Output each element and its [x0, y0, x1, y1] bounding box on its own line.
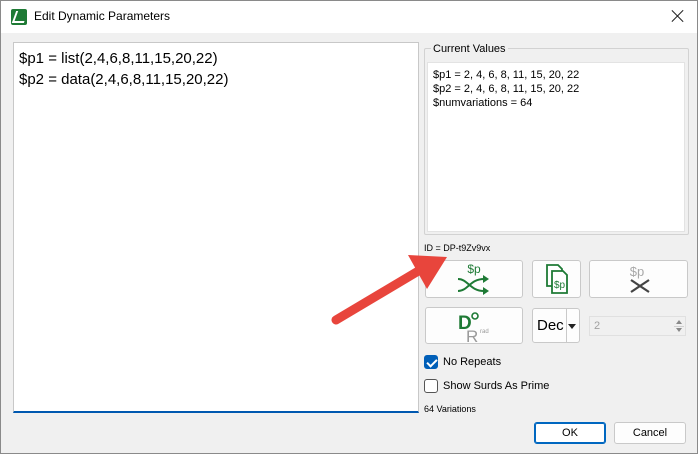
current-value-line: $numvariations = 64 [433, 97, 533, 109]
remove-parameter-icon: $p [629, 264, 650, 293]
cancel-button[interactable]: Cancel [614, 422, 686, 444]
parameter-editor[interactable]: $p1 = list(2,4,6,8,11,15,20,22) $p2 = da… [13, 42, 419, 413]
svg-text:$p: $p [629, 264, 643, 279]
svg-text:$p: $p [467, 262, 481, 276]
copy-parameter-icon: $p [545, 264, 568, 294]
spin-divider [674, 326, 684, 327]
spin-down-icon[interactable] [676, 328, 682, 332]
shuffle-parameters-icon: $p [457, 262, 489, 295]
variations-count: 64 Variations [424, 404, 476, 414]
decimal-format-label: Dec [537, 317, 564, 334]
editor-line: $p1 = list(2,4,6,8,11,15,20,22) [19, 50, 218, 67]
no-repeats-checkbox[interactable] [424, 355, 438, 369]
decimal-format-dropdown[interactable]: Dec [532, 308, 580, 343]
remove-parameter-button[interactable]: $p [589, 260, 688, 298]
decimals-spinner[interactable]: 2 [589, 316, 686, 336]
shuffle-parameters-button[interactable]: $p [425, 260, 523, 298]
chevron-down-icon [568, 324, 576, 329]
degrees-radians-icon: D R rad [458, 311, 489, 343]
edit-dynamic-parameters-dialog: Edit Dynamic Parameters $p1 = list(2,4,6… [0, 0, 698, 454]
title-bar: Edit Dynamic Parameters [1, 1, 697, 33]
svg-text:$p: $p [553, 280, 565, 291]
current-values-label: Current Values [431, 43, 508, 55]
parameter-id-label: ID = DP-t9Zv9vx [424, 243, 491, 253]
decimals-value: 2 [594, 320, 601, 332]
current-value-line: $p2 = 2, 4, 6, 8, 11, 15, 20, 22 [433, 83, 580, 95]
spreadsheet-app-icon [11, 9, 27, 25]
window-title: Edit Dynamic Parameters [34, 9, 171, 23]
spin-up-icon[interactable] [676, 320, 682, 324]
copy-parameter-button[interactable]: $p [532, 260, 581, 298]
show-surds-label: Show Surds As Prime [443, 380, 550, 392]
close-icon[interactable] [669, 7, 687, 25]
ok-button[interactable]: OK [534, 422, 606, 444]
show-surds-checkbox[interactable] [424, 379, 438, 393]
current-values-box: $p1 = 2, 4, 6, 8, 11, 15, 20, 22 $p2 = 2… [427, 62, 685, 232]
svg-text:rad: rad [480, 329, 489, 335]
svg-text:R: R [466, 327, 478, 343]
current-value-line: $p1 = 2, 4, 6, 8, 11, 15, 20, 22 [433, 69, 580, 81]
editor-line: $p2 = data(2,4,6,8,11,15,20,22) [19, 71, 229, 88]
no-repeats-label: No Repeats [443, 356, 502, 368]
degrees-radians-button[interactable]: D R rad [425, 307, 523, 344]
dropdown-divider [566, 309, 567, 342]
